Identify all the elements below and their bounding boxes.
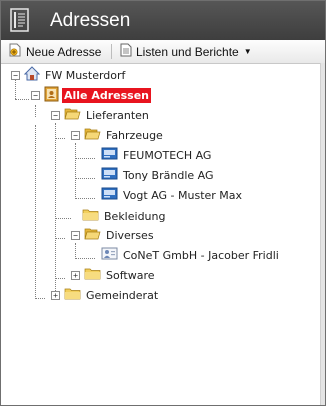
tree-label-lieferanten: Lieferanten: [86, 108, 149, 122]
folder-open-icon: [84, 227, 101, 243]
address-tree: − FW Musterdorf − Alle Adressen − Liefer…: [1, 63, 321, 405]
tree-label-root: FW Musterdorf: [45, 68, 126, 82]
tree-label-gemeinderat: Gemeinderat: [86, 288, 159, 302]
new-address-button[interactable]: Neue Adresse: [9, 43, 101, 60]
tree-node-gemeinderat[interactable]: Gemeinderat: [64, 286, 160, 304]
expand-toggle-software[interactable]: +: [71, 271, 80, 280]
tree-node-all-addresses[interactable]: Alle Adressen: [44, 86, 152, 105]
folder-open-icon: [84, 127, 101, 143]
folder-icon: [64, 287, 81, 303]
window-title: Adressen: [50, 10, 131, 31]
new-address-icon: [9, 43, 26, 60]
tree-label-all-addresses: Alle Adressen: [62, 87, 152, 103]
tree-node-feumotech[interactable]: FEUMOTECH AG: [101, 146, 213, 164]
tree-node-lieferanten[interactable]: Lieferanten: [64, 106, 151, 124]
tree-label-conet: CoNeT GmbH - Jacober Fridli: [123, 248, 279, 262]
chevron-down-icon: ▼: [243, 47, 252, 56]
collapse-toggle-lieferanten[interactable]: −: [51, 111, 60, 120]
collapse-toggle-root[interactable]: −: [11, 71, 20, 80]
tree-node-fahrzeuge[interactable]: Fahrzeuge: [84, 126, 165, 144]
toolbar-separator: [111, 44, 112, 59]
tree-node-conet[interactable]: CoNeT GmbH - Jacober Fridli: [101, 246, 281, 264]
collapse-toggle-fahrzeuge[interactable]: −: [71, 131, 80, 140]
tree-label-fahrzeuge: Fahrzeuge: [106, 128, 163, 142]
tree-label-feumotech: FEUMOTECH AG: [123, 148, 212, 162]
collapse-toggle-all[interactable]: −: [31, 91, 40, 100]
contact-card-icon: [101, 187, 118, 203]
folder-open-icon: [64, 107, 81, 123]
folder-icon: [82, 208, 99, 224]
contact-card-icon: [101, 147, 118, 163]
tree-node-diverses[interactable]: Diverses: [84, 226, 156, 244]
title-bar: Adressen: [1, 1, 325, 40]
lists-reports-button[interactable]: Listen und Berichte ▼: [120, 43, 252, 60]
tree-node-software[interactable]: Software: [84, 266, 157, 284]
tree-node-vogt[interactable]: Vogt AG - Muster Max: [101, 186, 244, 204]
tree-label-bekleidung: Bekleidung: [104, 209, 166, 223]
contact-card-icon: [101, 167, 118, 183]
address-book-icon: [44, 86, 59, 105]
tree-label-braendle: Tony Brändle AG: [123, 168, 214, 182]
scroll-edge: [320, 63, 325, 405]
tree-node-bekleidung[interactable]: Bekleidung: [82, 207, 167, 225]
collapse-toggle-diverses[interactable]: −: [71, 231, 80, 240]
house-icon: [23, 66, 41, 84]
address-panel: Adressen Neue Adresse Listen und Bericht…: [0, 0, 326, 406]
toolbar: Neue Adresse Listen und Berichte ▼: [1, 40, 325, 64]
expand-toggle-gemeinderat[interactable]: +: [51, 291, 60, 300]
lists-reports-label: Listen und Berichte: [136, 44, 239, 59]
tree-node-root[interactable]: FW Musterdorf: [23, 66, 127, 84]
contact-person-icon: [101, 247, 118, 263]
tree-node-braendle[interactable]: Tony Brändle AG: [101, 166, 216, 184]
folder-icon: [84, 267, 101, 283]
tree-label-diverses: Diverses: [106, 228, 154, 242]
document-icon: [120, 43, 136, 60]
new-address-label: Neue Adresse: [26, 44, 102, 59]
app-icon: [10, 8, 30, 32]
tree-label-software: Software: [106, 268, 155, 282]
tree-label-vogt: Vogt AG - Muster Max: [123, 188, 243, 202]
